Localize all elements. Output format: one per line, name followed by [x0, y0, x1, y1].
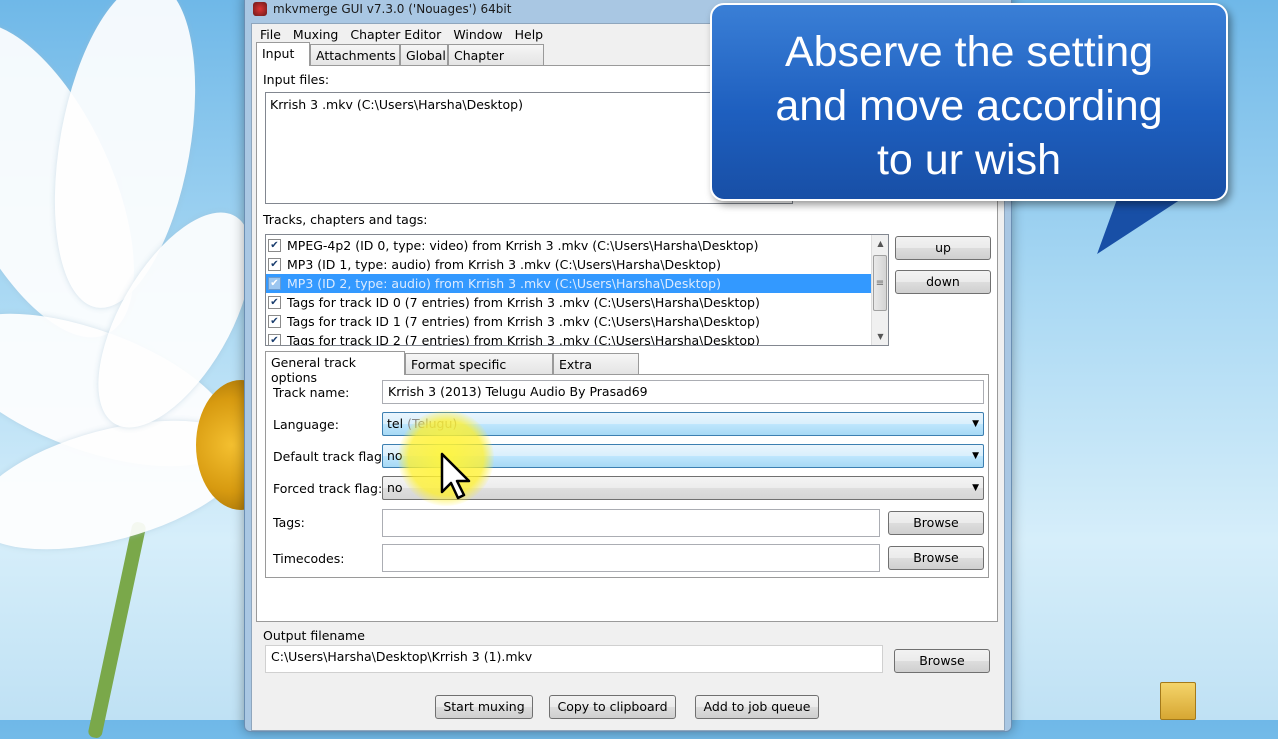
track-label: MP3 (ID 2, type: audio) from Krrish 3 .m… [287, 276, 721, 291]
track-row[interactable]: ✔ Tags for track ID 2 (7 entries) from Kr… [266, 331, 871, 346]
tracks-list[interactable]: ✔ MPEG-4p2 (ID 0, type: video) from Krris… [265, 234, 889, 346]
track-label: MPEG-4p2 (ID 0, type: video) from Krrish… [287, 238, 759, 253]
tracks-label: Tracks, chapters and tags: [263, 212, 428, 227]
tab-general-track-options[interactable]: General track options [265, 351, 405, 385]
track-row[interactable]: ✔ Tags for track ID 1 (7 entries) from Kr… [266, 312, 871, 331]
track-row[interactable]: ✔ MP3 (ID 1, type: audio) from Krrish 3 .… [266, 255, 871, 274]
track-checkbox[interactable]: ✔ [268, 296, 281, 309]
track-name-input[interactable]: Krrish 3 (2013) Telugu Audio By Prasad69 [382, 380, 984, 404]
track-row[interactable]: ✔ MPEG-4p2 (ID 0, type: video) from Krris… [266, 236, 871, 255]
track-row[interactable]: ✔ Tags for track ID 0 (7 entries) from Kr… [266, 293, 871, 312]
callout-tail [1097, 194, 1189, 254]
add-to-job-queue-button[interactable]: Add to job queue [695, 695, 819, 719]
chevron-down-icon: ▼ [972, 451, 979, 461]
tags-browse-button[interactable]: Browse [888, 511, 984, 535]
menu-muxing[interactable]: Muxing [287, 26, 344, 43]
menu-window[interactable]: Window [447, 26, 508, 43]
track-checkbox[interactable]: ✔ [268, 315, 281, 328]
chevron-down-icon: ▼ [972, 419, 979, 429]
track-label: MP3 (ID 1, type: audio) from Krrish 3 .m… [287, 257, 721, 272]
tutorial-callout: Abserve the setting and move according t… [710, 3, 1228, 201]
track-label: Tags for track ID 2 (7 entries) from Krr… [287, 333, 760, 346]
scroll-thumb[interactable]: ≡ [873, 255, 887, 311]
track-label: Tags for track ID 1 (7 entries) from Krr… [287, 314, 760, 329]
output-filename-label: Output filename [263, 628, 365, 643]
menu-file[interactable]: File [254, 26, 287, 43]
general-options-panel: Track name: Krrish 3 (2013) Telugu Audio… [265, 374, 989, 578]
callout-line: and move according [775, 82, 1163, 130]
default-flag-label: Default track flag: [273, 449, 387, 464]
tab-extra-options[interactable]: Extra options [553, 353, 639, 387]
timecodes-browse-button[interactable]: Browse [888, 546, 984, 570]
forced-flag-value: no [387, 480, 403, 495]
scroll-down-arrow-icon[interactable]: ▼ [872, 328, 888, 345]
language-label: Language: [273, 417, 339, 432]
tab-attachments[interactable]: Attachments [310, 44, 400, 66]
folder-icon[interactable] [1160, 682, 1196, 720]
menu-chapter-editor[interactable]: Chapter Editor [344, 26, 447, 43]
track-label: Tags for track ID 0 (7 entries) from Krr… [287, 295, 760, 310]
forced-flag-label: Forced track flag: [273, 481, 383, 496]
menu-help[interactable]: Help [509, 26, 550, 43]
callout-line: to ur wish [876, 136, 1061, 184]
tags-input[interactable] [382, 509, 880, 537]
tab-chapter-editor[interactable]: Chapter Editor [448, 44, 544, 78]
output-browse-button[interactable]: Browse [894, 649, 990, 673]
track-checkbox[interactable]: ✔ [268, 334, 281, 345]
mouse-pointer-icon [440, 452, 471, 500]
window-title: mkvmerge GUI v7.3.0 ('Nouages') 64bit [273, 2, 512, 16]
track-row[interactable]: ✔ MP3 (ID 2, type: audio) from Krrish 3 .… [266, 274, 871, 293]
input-files-label: Input files: [263, 72, 330, 87]
chevron-down-icon: ▼ [972, 483, 979, 493]
start-muxing-button[interactable]: Start muxing [435, 695, 533, 719]
track-down-button[interactable]: down [895, 270, 991, 294]
track-checkbox[interactable]: ✔ [268, 258, 281, 271]
tab-input[interactable]: Input [256, 42, 310, 66]
callout-line: Abserve the setting [784, 28, 1154, 76]
tags-label: Tags: [273, 515, 305, 530]
track-checkbox[interactable]: ✔ [268, 277, 281, 290]
flower-stem [87, 520, 147, 739]
tracks-scrollbar[interactable]: ▲ ≡ ▼ [871, 235, 888, 345]
track-checkbox[interactable]: ✔ [268, 239, 281, 252]
timecodes-input[interactable] [382, 544, 880, 572]
language-code: tel [387, 416, 404, 431]
app-icon [253, 2, 267, 16]
tab-global[interactable]: Global [400, 44, 448, 66]
output-filename-input[interactable]: C:\Users\Harsha\Desktop\Krrish 3 (1).mkv [265, 645, 883, 673]
tab-format-specific-options[interactable]: Format specific options [405, 353, 553, 387]
track-name-label: Track name: [273, 385, 350, 400]
scroll-up-arrow-icon[interactable]: ▲ [872, 235, 888, 252]
track-up-button[interactable]: up [895, 236, 991, 260]
copy-to-clipboard-button[interactable]: Copy to clipboard [549, 695, 676, 719]
timecodes-label: Timecodes: [273, 551, 345, 566]
